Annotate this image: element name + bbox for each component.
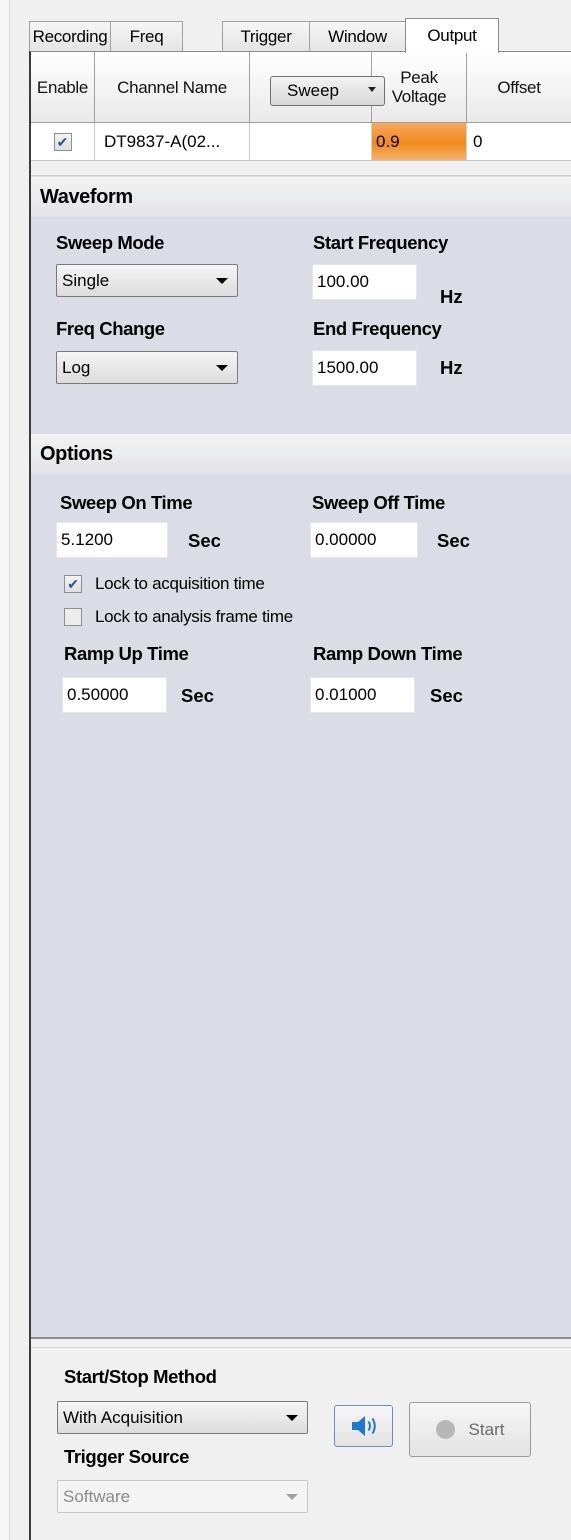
status-dot-icon <box>435 1420 455 1439</box>
checkbox-check-icon: ✔ <box>67 576 79 592</box>
start-stop-method-value: With Acquisition <box>63 1407 183 1427</box>
start-stop-method-dropdown[interactable]: With Acquisition <box>57 1401 308 1434</box>
tab-output[interactable]: Output <box>405 18 499 53</box>
tab-recording[interactable]: Recording <box>29 21 111 52</box>
tab-freq[interactable]: Freq <box>110 21 183 52</box>
start-stop-method-label: Start/Stop Method <box>64 1366 217 1387</box>
start-frequency-label: Start Frequency <box>313 232 448 253</box>
lock-acquisition-option[interactable]: ✔ Lock to acquisition time <box>64 574 265 594</box>
bottom-divider <box>31 1337 571 1339</box>
start-button[interactable]: Start <box>409 1402 531 1457</box>
enable-cell[interactable]: ✔ <box>31 123 95 161</box>
ramp-up-time-label: Ramp Up Time <box>64 643 189 664</box>
chevron-down-icon <box>216 365 228 371</box>
lock-acquisition-checkbox[interactable]: ✔ <box>64 575 82 593</box>
ramp-down-time-unit: Sec <box>430 685 463 706</box>
enable-checkbox[interactable]: ✔ <box>53 132 72 151</box>
window-edge <box>0 0 10 1540</box>
column-header-channel-name[interactable]: Channel Name <box>95 52 250 123</box>
peak-voltage-cell[interactable]: 0.9 <box>372 123 467 161</box>
chevron-down-icon <box>286 1415 298 1421</box>
sweep-off-time-input[interactable]: 0.00000 <box>310 522 418 558</box>
sweep-mode-dropdown[interactable]: Single <box>56 264 238 297</box>
trigger-source-dropdown[interactable]: Software <box>57 1480 308 1513</box>
channel-name-cell[interactable]: DT9837-A(02... <box>95 123 250 161</box>
start-frequency-input[interactable]: 100.00 <box>312 264 417 300</box>
waveform-dropdown-value: Sweep <box>287 81 339 100</box>
end-frequency-unit: Hz <box>440 357 463 378</box>
ramp-down-time-label: Ramp Down Time <box>313 643 463 664</box>
channel-grid: Enable Channel Name Waveform Peak Voltag… <box>31 52 571 161</box>
lock-analysis-label: Lock to analysis frame time <box>95 607 293 626</box>
tab-window[interactable]: Window <box>309 21 406 52</box>
sweep-off-time-unit: Sec <box>437 530 470 551</box>
chevron-down-icon <box>286 1494 298 1500</box>
ramp-up-time-input[interactable]: 0.50000 <box>62 677 167 713</box>
tab-trigger[interactable]: Trigger <box>222 21 310 52</box>
sweep-on-time-input[interactable]: 5.1200 <box>56 522 168 558</box>
lock-analysis-option[interactable]: Lock to analysis frame time <box>64 607 293 627</box>
tab-strip: Recording Freq Trigger Window Output <box>29 18 571 53</box>
waveform-dropdown[interactable]: Sweep <box>270 76 385 106</box>
start-button-label: Start <box>468 1419 505 1439</box>
lock-acquisition-label: Lock to acquisition time <box>95 574 265 593</box>
sweep-on-time-unit: Sec <box>188 530 221 551</box>
sweep-off-time-label: Sweep Off Time <box>312 492 445 513</box>
start-frequency-unit: Hz <box>440 286 463 307</box>
ramp-down-time-input[interactable]: 0.01000 <box>310 677 415 713</box>
freq-change-label: Freq Change <box>56 318 165 339</box>
audio-output-button[interactable] <box>334 1405 393 1447</box>
freq-change-value: Log <box>62 357 91 377</box>
offset-cell[interactable]: 0 <box>467 123 571 161</box>
chevron-down-icon <box>368 87 376 92</box>
column-header-offset[interactable]: Offset <box>467 52 571 123</box>
freq-change-dropdown[interactable]: Log <box>56 351 238 384</box>
trigger-source-value: Software <box>63 1486 131 1506</box>
ramp-up-time-unit: Sec <box>181 685 214 706</box>
settings-area <box>31 175 571 1337</box>
sweep-mode-label: Sweep Mode <box>56 232 165 253</box>
chevron-down-icon <box>216 278 228 284</box>
sweep-mode-value: Single <box>62 270 110 290</box>
waveform-section-header[interactable]: Waveform <box>31 177 571 217</box>
trigger-source-label: Trigger Source <box>64 1446 189 1467</box>
column-header-peak-voltage[interactable]: Peak Voltage <box>372 52 467 123</box>
column-header-enable[interactable]: Enable <box>31 52 95 123</box>
checkbox-check-icon: ✔ <box>56 133 69 150</box>
sweep-on-time-label: Sweep On Time <box>60 492 193 513</box>
end-frequency-label: End Frequency <box>313 318 442 339</box>
speaker-icon <box>351 1416 376 1436</box>
lock-analysis-checkbox[interactable] <box>64 608 82 626</box>
waveform-cell <box>250 123 372 161</box>
end-frequency-input[interactable]: 1500.00 <box>312 350 417 386</box>
options-section-header[interactable]: Options <box>31 434 571 474</box>
